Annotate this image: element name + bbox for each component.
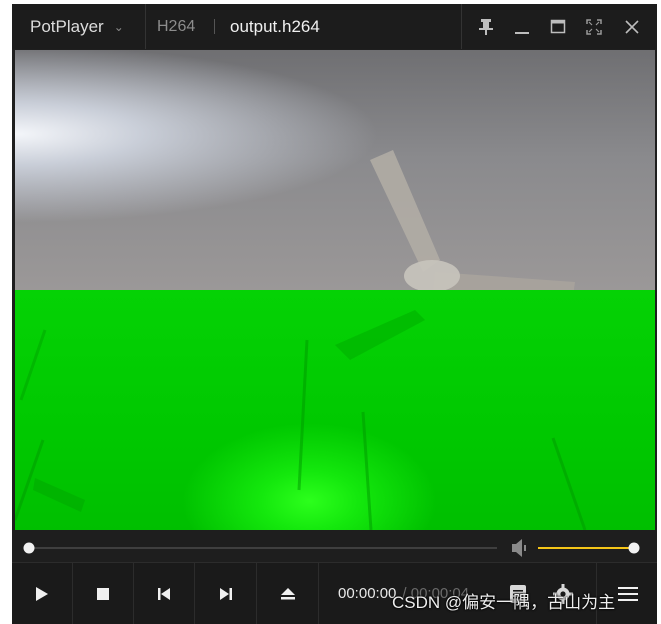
app-name: PotPlayer <box>30 16 104 36</box>
potplayer-window: PotPlayer ⌄ H264 output.h264 00:00:00 / … <box>12 4 657 624</box>
chevron-down-icon: ⌄ <box>113 19 124 34</box>
green-artifact-image <box>15 310 587 530</box>
app-menu-button[interactable]: PotPlayer ⌄ <box>12 4 146 49</box>
play-button[interactable] <box>12 563 73 624</box>
pin-button[interactable] <box>468 4 504 49</box>
close-button[interactable] <box>614 4 650 49</box>
stop-icon <box>97 587 109 600</box>
file-name: output.h264 <box>230 16 320 36</box>
maximize-icon <box>550 19 566 33</box>
skip-previous-icon <box>158 587 170 600</box>
skip-next-icon <box>220 587 232 600</box>
volume-handle[interactable] <box>628 542 640 554</box>
eject-button[interactable] <box>258 563 319 624</box>
seek-bar-area <box>12 534 657 562</box>
minimize-button[interactable] <box>504 4 540 49</box>
codec-label: H264 <box>157 17 196 35</box>
window-controls <box>461 4 658 49</box>
stop-button[interactable] <box>73 563 134 624</box>
hamburger-menu-icon <box>617 586 638 601</box>
minimize-icon <box>515 31 529 34</box>
maximize-button[interactable] <box>540 4 576 49</box>
volume-icon[interactable] <box>512 539 526 557</box>
title-bar: PotPlayer ⌄ H264 output.h264 <box>12 4 657 49</box>
previous-button[interactable] <box>134 563 195 624</box>
close-icon <box>625 19 639 34</box>
csdn-watermark: CSDN @偏安一隅，古山为主 <box>392 593 616 612</box>
play-icon <box>36 586 48 601</box>
current-time: 00:00:00 <box>338 585 397 602</box>
title-divider <box>214 19 215 34</box>
pin-icon <box>479 18 493 35</box>
video-frame[interactable] <box>15 50 655 530</box>
video-frame-top <box>15 50 655 290</box>
eject-icon <box>281 587 295 599</box>
seek-handle[interactable] <box>23 542 35 554</box>
seek-bar-graphics <box>23 539 640 557</box>
next-button[interactable] <box>196 563 257 624</box>
video-frame-bottom <box>15 290 655 530</box>
ceiling-fan-image <box>370 150 575 290</box>
fullscreen-button[interactable] <box>576 4 612 49</box>
fullscreen-icon <box>586 18 602 35</box>
